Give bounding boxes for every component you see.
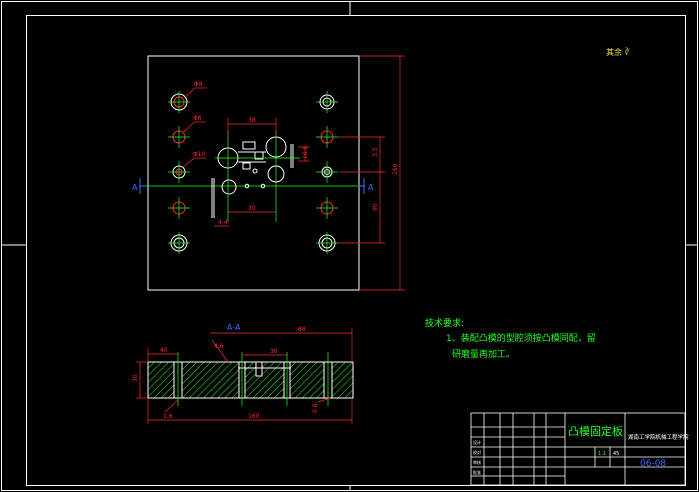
sec-dim-left: 40 bbox=[160, 347, 168, 354]
dim-right3: 90 bbox=[372, 203, 379, 211]
cad-drawing: 其余 ∛ Φ8 Φ6 Φ10 38 10.8 3.5 90 30 4.4 160… bbox=[0, 0, 699, 492]
sec-dim-top-total: 88 bbox=[298, 326, 306, 333]
drawing-canvas: 其余 ∛ Φ8 Φ6 Φ10 38 10.8 3.5 90 30 4.4 160… bbox=[1, 1, 698, 491]
sec-dim-r1: 1.6 bbox=[163, 413, 173, 420]
label-review: 审核 bbox=[473, 459, 481, 465]
dim-width-bottom: 30 bbox=[248, 205, 256, 212]
sec-dim-r2: 0.8 bbox=[312, 403, 319, 413]
tech-req-line1: 1、装配凸模的型腔须按凸模同配，留 bbox=[446, 332, 596, 344]
label-approve: 批准 bbox=[473, 469, 481, 475]
section-marker-right: A bbox=[368, 183, 374, 192]
label-check: 校对 bbox=[473, 449, 481, 455]
sec-dim-bottom: 160 bbox=[248, 413, 260, 420]
dim-right1: 10.8 bbox=[302, 145, 309, 159]
top-view: Φ8 Φ6 Φ10 38 10.8 3.5 90 30 4.4 160 A A bbox=[132, 55, 405, 291]
section-arrow-left bbox=[139, 178, 146, 194]
material-value: 45 bbox=[613, 451, 619, 457]
dim-hole2: Φ6 bbox=[193, 115, 202, 122]
technical-requirements: 技术要求: 1、装配凸模的型腔须按凸模同配，留 研磨量再加工。 bbox=[425, 317, 596, 360]
drawing-number: 06-08 bbox=[640, 459, 666, 469]
sheet-frame bbox=[1, 1, 698, 491]
part-name: 凸模固定板 bbox=[568, 424, 623, 438]
scale-value: 1:1 bbox=[598, 451, 606, 457]
section-label: A-A bbox=[227, 323, 241, 332]
label-design: 设计 bbox=[473, 439, 481, 445]
top-view-dimensions bbox=[182, 55, 405, 291]
sec-dim-mid: 36 bbox=[270, 348, 278, 355]
roughness-note: 其余 ∛ bbox=[606, 47, 630, 57]
sec-dim-height: 30 bbox=[132, 374, 139, 382]
dim-width-small: 4.4 bbox=[218, 219, 228, 226]
dim-right2: 3.5 bbox=[372, 147, 379, 157]
school-name: 湖南工学院机械工程学院 bbox=[628, 433, 689, 441]
dim-hole1: Φ8 bbox=[194, 81, 203, 88]
sec-dim-mid2: 4.6 bbox=[214, 343, 224, 350]
dim-overall-height: 160 bbox=[392, 163, 399, 175]
section-view: A-A 40 88 36 4.6 30 1.6 0.8 160 bbox=[132, 323, 354, 424]
tech-req-title: 技术要求: bbox=[425, 317, 464, 329]
section-marker-left: A bbox=[132, 183, 138, 192]
dim-hole3: Φ10 bbox=[193, 151, 206, 158]
tech-req-line2: 研磨量再加工。 bbox=[452, 349, 515, 360]
dim-width-top: 38 bbox=[248, 117, 256, 124]
cavity-centerlines bbox=[215, 130, 300, 222]
title-block bbox=[470, 412, 686, 486]
center-marks bbox=[140, 91, 365, 254]
